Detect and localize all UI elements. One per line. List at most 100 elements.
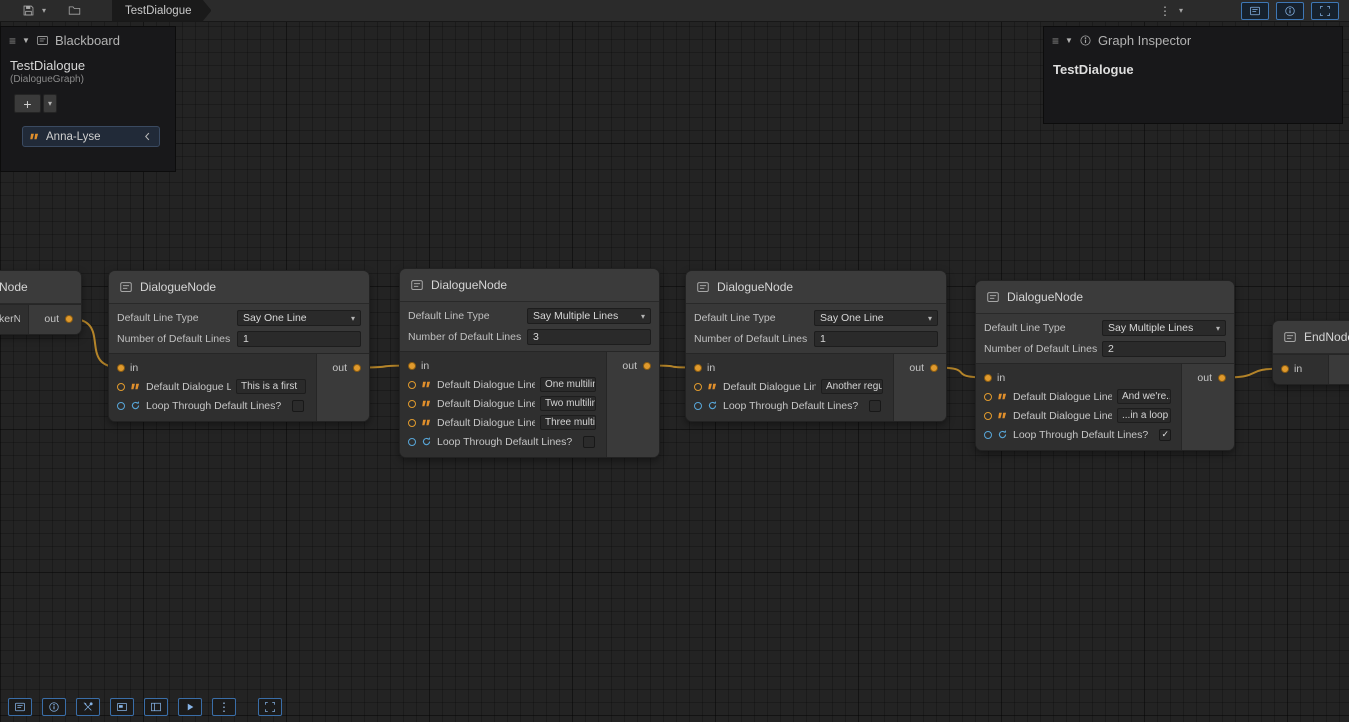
blackboard-field-anna-lyse[interactable]: Anna-Lyse	[22, 126, 160, 147]
port-data-icon[interactable]	[984, 393, 992, 401]
port-flow-icon[interactable]	[408, 362, 416, 370]
node-title-bar[interactable]: EndNode	[1273, 321, 1349, 354]
port-data-icon[interactable]	[408, 381, 416, 389]
node-title-bar[interactable]: DialogueNode	[400, 269, 659, 302]
dialogue-line-input[interactable]: One multiline	[540, 377, 596, 392]
property-input[interactable]: 3	[527, 329, 651, 345]
graph-inspector-header[interactable]: ≡ ▼ Graph Inspector	[1044, 27, 1342, 52]
port-flow-icon[interactable]	[643, 362, 651, 370]
loop-checkbox[interactable]: ✓	[1159, 429, 1171, 441]
dialogue-line-input[interactable]: And we're...	[1117, 389, 1171, 404]
drag-handle-icon[interactable]: ≡	[9, 35, 16, 47]
port-bool-icon[interactable]	[408, 438, 416, 446]
caret-down-icon: ▾	[351, 314, 355, 323]
toggle-inspector-button[interactable]	[1276, 2, 1304, 20]
input-port-row: in	[1273, 359, 1328, 378]
dialogue-line-input[interactable]: Two multiline	[540, 396, 596, 411]
frame-all-button[interactable]	[258, 698, 282, 716]
dialogue-line-input[interactable]: This is a first	[236, 379, 306, 394]
node-title-bar[interactable]: Node	[0, 271, 81, 304]
graph-inspector-title: Graph Inspector	[1098, 33, 1191, 48]
port-flow-icon[interactable]	[353, 364, 361, 372]
port-label: Loop Through Default Lines?	[146, 400, 281, 412]
port-label: Default Dialogue Line 1	[1013, 391, 1112, 403]
loop-icon	[421, 436, 432, 447]
port-bool-icon[interactable]	[117, 402, 125, 410]
port-data-icon[interactable]	[408, 400, 416, 408]
property-input[interactable]: 2	[1102, 341, 1226, 357]
input-port-row: in	[400, 356, 606, 375]
output-port-row: out	[1182, 368, 1234, 387]
input-port-row: Default Dialogue LineAnother regu	[686, 377, 893, 396]
property-dropdown[interactable]: Say One Line▾	[237, 310, 361, 326]
speaker-node[interactable]: NodekerNameout	[0, 270, 82, 335]
loop-icon	[130, 400, 141, 411]
dialogue-line-input[interactable]: Another regu	[821, 379, 883, 394]
loop-checkbox[interactable]	[292, 400, 304, 412]
node-property-row: Number of Default Lines1	[692, 330, 940, 348]
collapse-triangle-icon[interactable]: ▼	[22, 37, 30, 45]
graph-tab[interactable]: TestDialogue	[112, 0, 211, 22]
port-data-icon[interactable]	[984, 412, 992, 420]
overflow-menu-button[interactable]: ⋮	[1155, 1, 1175, 21]
property-dropdown[interactable]: Say Multiple Lines▾	[1102, 320, 1226, 336]
loop-checkbox[interactable]	[869, 400, 881, 412]
dialogue-node-4[interactable]: DialogueNode Default Line TypeSay Multipl…	[975, 280, 1235, 451]
output-ports-column	[1328, 355, 1349, 384]
end-node[interactable]: EndNode in	[1272, 320, 1349, 385]
add-property-button[interactable]: +	[14, 94, 41, 113]
more-options-button[interactable]: ⋮	[212, 698, 236, 716]
chevron-left-icon[interactable]	[142, 131, 153, 142]
property-dropdown[interactable]: Say Multiple Lines▾	[527, 308, 651, 324]
port-flow-icon[interactable]	[1218, 374, 1226, 382]
toggle-preview-button[interactable]	[1311, 2, 1339, 20]
overflow-menu-caret-button[interactable]: ▾	[1175, 1, 1187, 21]
blackboard-toggle-button[interactable]	[8, 698, 32, 716]
port-bool-icon[interactable]	[984, 431, 992, 439]
caret-down-icon: ▾	[1216, 324, 1220, 333]
save-button[interactable]	[18, 1, 38, 21]
collapse-triangle-icon[interactable]: ▼	[1065, 37, 1073, 45]
preview-toggle-button[interactable]	[178, 698, 202, 716]
caret-down-icon: ▾	[928, 314, 932, 323]
port-label: Default Dialogue Line 2	[437, 398, 535, 410]
dialogue-node-1[interactable]: DialogueNodeDefault Line TypeSay One Lin…	[108, 270, 370, 422]
node-title-label: Node	[0, 280, 28, 294]
panels-toggle-button[interactable]	[144, 698, 168, 716]
port-flow-icon[interactable]	[984, 374, 992, 382]
port-flow-icon[interactable]	[65, 315, 73, 323]
dialogue-node-3[interactable]: DialogueNodeDefault Line TypeSay One Lin…	[685, 270, 947, 422]
port-data-icon[interactable]	[408, 419, 416, 427]
property-input[interactable]: 1	[814, 331, 938, 347]
toggle-blackboard-button[interactable]	[1241, 2, 1269, 20]
save-icon	[22, 4, 35, 17]
output-port-row: out	[317, 358, 369, 377]
property-dropdown[interactable]: Say One Line▾	[814, 310, 938, 326]
minimap-icon	[116, 701, 128, 713]
property-input[interactable]: 1	[237, 331, 361, 347]
tools-button[interactable]	[76, 698, 100, 716]
node-title-bar[interactable]: DialogueNode	[976, 281, 1234, 314]
add-property-caret-button[interactable]: ▾	[43, 94, 57, 113]
drag-handle-icon[interactable]: ≡	[1052, 35, 1059, 47]
dialogue-line-input[interactable]: ...in a loop	[1117, 408, 1171, 423]
port-bool-icon[interactable]	[694, 402, 702, 410]
dialogue-node-2[interactable]: DialogueNodeDefault Line TypeSay Multipl…	[399, 268, 660, 458]
open-asset-button[interactable]	[64, 1, 84, 21]
inspector-toggle-button[interactable]	[42, 698, 66, 716]
node-title-bar[interactable]: DialogueNode	[686, 271, 946, 304]
port-flow-icon[interactable]	[1281, 365, 1289, 373]
save-options-button[interactable]: ▾	[38, 1, 50, 21]
port-data-icon[interactable]	[694, 383, 702, 391]
node-title-bar[interactable]: DialogueNode	[109, 271, 369, 304]
port-flow-icon[interactable]	[694, 364, 702, 372]
minimap-toggle-button[interactable]	[110, 698, 134, 716]
node-property-row: Default Line TypeSay Multiple Lines▾	[982, 319, 1228, 337]
port-data-icon[interactable]	[117, 383, 125, 391]
dialogue-line-input[interactable]: Three multili	[540, 415, 596, 430]
loop-checkbox[interactable]	[583, 436, 595, 448]
blackboard-header[interactable]: ≡ ▼ Blackboard	[1, 27, 175, 52]
port-flow-icon[interactable]	[117, 364, 125, 372]
output-ports-column: out	[1181, 364, 1234, 450]
port-flow-icon[interactable]	[930, 364, 938, 372]
